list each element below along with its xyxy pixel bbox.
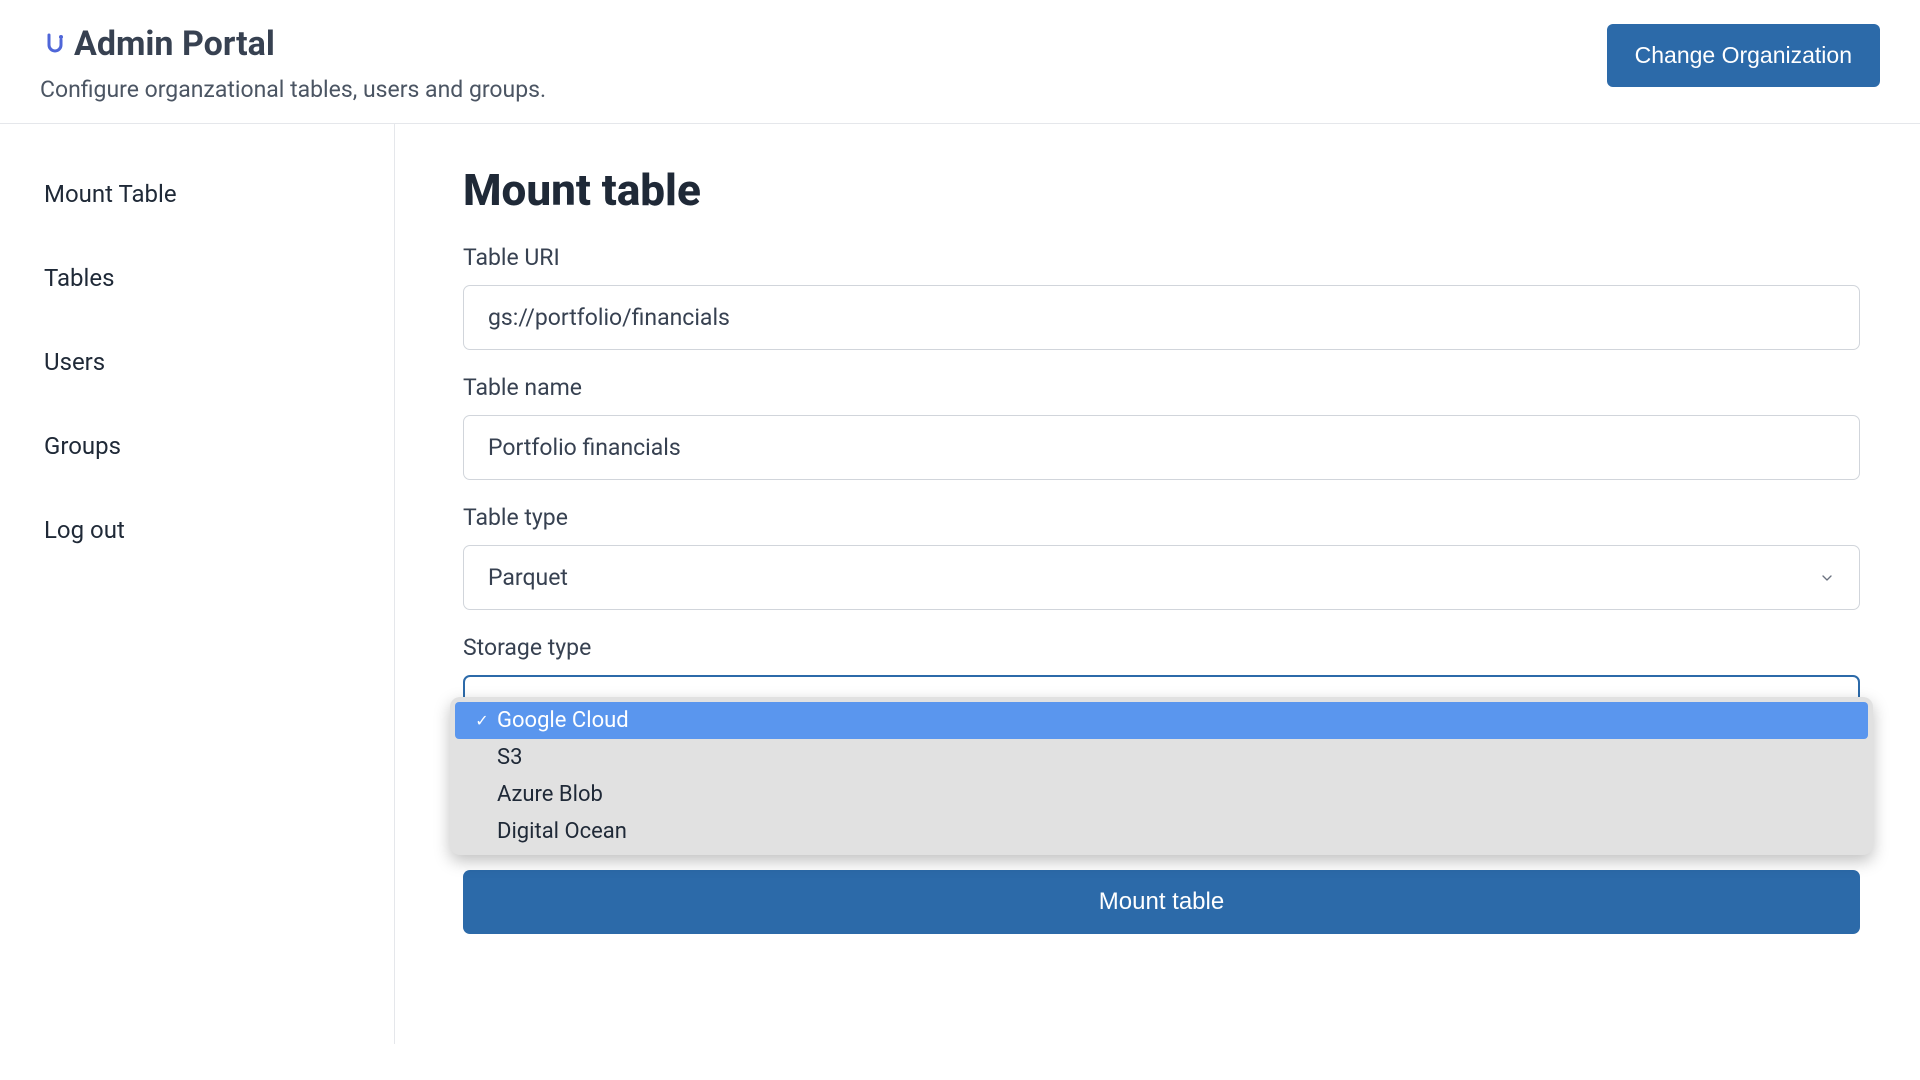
logo-icon <box>40 31 66 57</box>
sidebar: Mount Table Tables Users Groups Log out <box>0 124 395 1044</box>
table-type-select[interactable]: Parquet <box>463 545 1860 610</box>
table-name-input[interactable] <box>463 415 1860 480</box>
storage-type-option-google-cloud[interactable]: ✓ Google Cloud <box>455 702 1868 739</box>
chevron-down-icon <box>1819 570 1835 586</box>
storage-type-option-s3[interactable]: S3 <box>455 739 1868 776</box>
option-label: Digital Ocean <box>497 819 1848 844</box>
table-uri-label: Table URI <box>463 244 1860 271</box>
sidebar-item-label: Users <box>44 348 105 376</box>
sidebar-item-label: Log out <box>44 516 125 544</box>
table-type-value: Parquet <box>488 564 568 591</box>
sidebar-item-tables[interactable]: Tables <box>44 248 394 332</box>
sidebar-item-logout[interactable]: Log out <box>44 500 394 584</box>
change-organization-button[interactable]: Change Organization <box>1607 24 1880 87</box>
option-label: Google Cloud <box>497 708 1848 733</box>
option-label: S3 <box>497 745 1848 770</box>
sidebar-item-users[interactable]: Users <box>44 332 394 416</box>
portal-title: Admin Portal <box>74 24 275 64</box>
check-icon: ✓ <box>475 711 489 730</box>
main-content: Mount table Table URI Table name Table t… <box>395 124 1920 1044</box>
table-uri-input[interactable] <box>463 285 1860 350</box>
storage-type-option-azure-blob[interactable]: Azure Blob <box>455 776 1868 813</box>
mount-table-button[interactable]: Mount table <box>463 870 1860 934</box>
storage-type-label: Storage type <box>463 634 1860 661</box>
header: Admin Portal Configure organzational tab… <box>0 0 1920 124</box>
sidebar-item-groups[interactable]: Groups <box>44 416 394 500</box>
portal-subtitle: Configure organzational tables, users an… <box>40 76 546 103</box>
sidebar-item-label: Mount Table <box>44 180 177 208</box>
storage-type-dropdown: ✓ Google Cloud S3 Azure Blob Digital Oce… <box>450 697 1873 855</box>
sidebar-item-label: Groups <box>44 432 121 460</box>
sidebar-item-label: Tables <box>44 264 114 292</box>
option-label: Azure Blob <box>497 782 1848 807</box>
table-name-label: Table name <box>463 374 1860 401</box>
table-type-label: Table type <box>463 504 1860 531</box>
page-title: Mount table <box>463 164 1860 216</box>
sidebar-item-mount-table[interactable]: Mount Table <box>44 164 394 248</box>
storage-type-option-digital-ocean[interactable]: Digital Ocean <box>455 813 1868 850</box>
